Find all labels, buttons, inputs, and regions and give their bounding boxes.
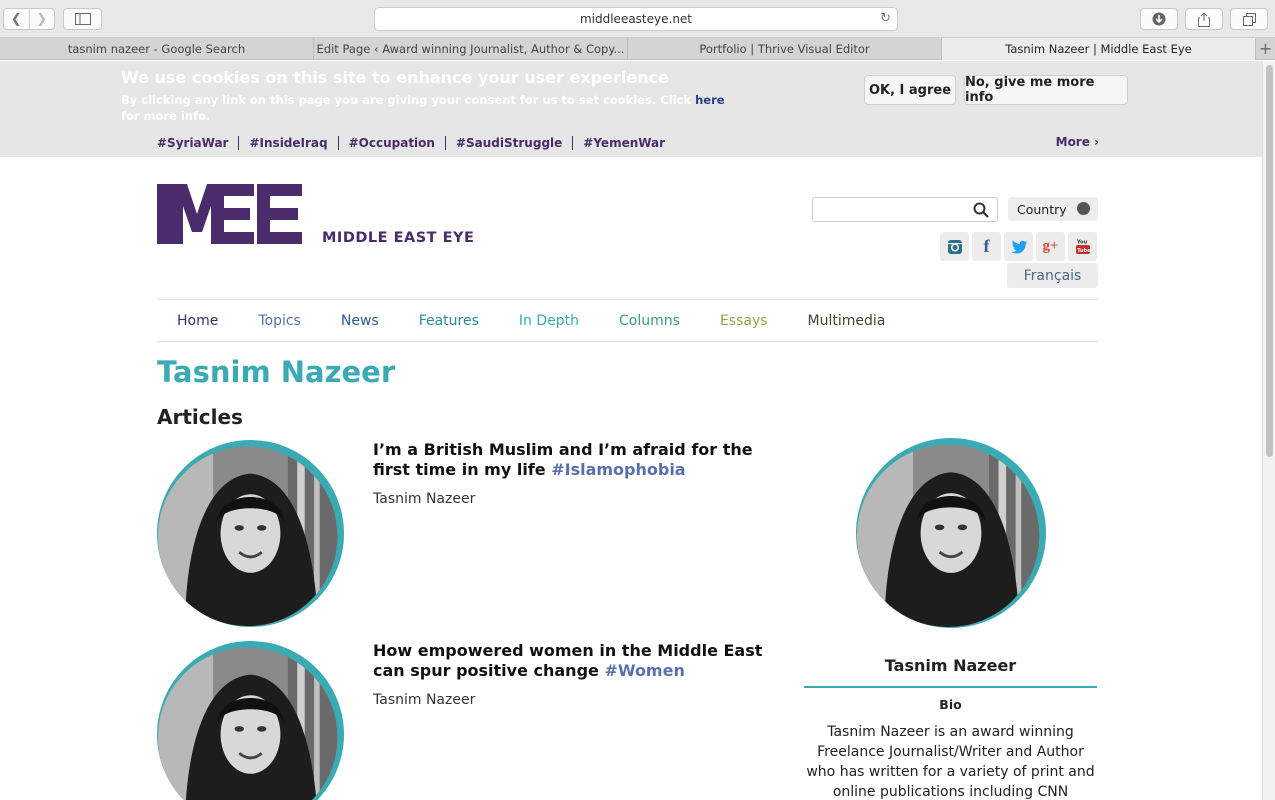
social-links: f g+ You Tube bbox=[940, 232, 1097, 261]
hashtag-link[interactable]: #Occupation bbox=[337, 136, 445, 150]
tab-label: Tasnim Nazeer | Middle East Eye bbox=[1005, 42, 1192, 56]
cookie-text-before: By clicking any link on this page you ar… bbox=[121, 93, 696, 107]
profile-divider bbox=[804, 686, 1097, 688]
history-nav: ❮ ❯ bbox=[3, 8, 55, 30]
url-text: middleeasteye.net bbox=[579, 12, 693, 26]
sidebar-icon bbox=[74, 13, 91, 25]
article-author[interactable]: Tasnim Nazeer bbox=[373, 692, 475, 708]
youtube-icon[interactable]: You Tube bbox=[1068, 232, 1097, 261]
article-author[interactable]: Tasnim Nazeer bbox=[373, 491, 475, 507]
article-title-link[interactable]: How empowered women in the Middle East c… bbox=[373, 641, 773, 681]
article-tag-link[interactable]: #Women bbox=[604, 661, 684, 680]
hashtag-link[interactable]: #InsideIraq bbox=[238, 136, 337, 150]
tab-middle-east-eye[interactable]: Tasnim Nazeer | Middle East Eye bbox=[942, 38, 1256, 60]
nav-item-columns[interactable]: Columns bbox=[619, 313, 680, 329]
nav-item-news[interactable]: News bbox=[341, 313, 379, 329]
tab-portfolio[interactable]: Portfolio | Thrive Visual Editor bbox=[628, 38, 942, 60]
downloads-button[interactable] bbox=[1140, 8, 1178, 30]
svg-text:You: You bbox=[1076, 239, 1088, 245]
cookie-text: By clicking any link on this page you ar… bbox=[121, 92, 741, 124]
bio-label: Bio bbox=[939, 697, 962, 712]
search-icon[interactable] bbox=[973, 202, 989, 218]
bio-text: Tasnim Nazeer is an award winning Freela… bbox=[806, 724, 1095, 800]
nav-item-multimedia[interactable]: Multimedia bbox=[808, 313, 886, 329]
main-nav: Home Topics News Features In Depth Colum… bbox=[157, 299, 1098, 342]
cookie-text-after: for more info. bbox=[121, 109, 211, 123]
reload-icon[interactable]: ↻ bbox=[880, 11, 891, 26]
nav-item-topics[interactable]: Topics bbox=[258, 313, 301, 329]
language-francais-button[interactable]: Français bbox=[1007, 263, 1098, 288]
search-input[interactable] bbox=[812, 197, 998, 222]
facebook-icon[interactable]: f bbox=[972, 232, 1001, 261]
hashtag-bar: #SyriaWar #InsideIraq #Occupation #Saudi… bbox=[157, 135, 675, 151]
hashtag-link[interactable]: #SaudiStruggle bbox=[444, 136, 572, 150]
country-label: Country bbox=[1017, 201, 1067, 217]
nav-item-home[interactable]: Home bbox=[177, 313, 218, 329]
tabs-icon bbox=[1242, 12, 1256, 26]
article-tag-link[interactable]: #Islamophobia bbox=[551, 460, 685, 479]
page-title: Tasnim Nazeer bbox=[157, 355, 396, 389]
scrollbar-thumb[interactable] bbox=[1266, 65, 1273, 457]
google-plus-icon[interactable]: g+ bbox=[1036, 232, 1065, 261]
cookie-banner: We use cookies on this site to enhance y… bbox=[0, 61, 1262, 157]
article-title-link[interactable]: I’m a British Muslim and I’m afraid for … bbox=[373, 440, 773, 480]
tab-label: Edit Page ‹ Award winning Journalist, Au… bbox=[316, 42, 625, 56]
address-bar[interactable]: middleeasteye.net ↻ bbox=[374, 7, 898, 31]
forward-icon[interactable]: ❯ bbox=[28, 9, 55, 29]
profile-avatar bbox=[856, 438, 1046, 628]
tab-label: tasnim nazeer - Google Search bbox=[67, 42, 246, 56]
share-icon bbox=[1198, 11, 1210, 27]
back-icon[interactable]: ❮ bbox=[4, 9, 29, 29]
mee-logo-icon[interactable] bbox=[157, 184, 307, 246]
nav-item-essays[interactable]: Essays bbox=[720, 313, 768, 329]
country-selector[interactable]: Country bbox=[1008, 197, 1098, 221]
page-scrollbar[interactable] bbox=[1262, 61, 1275, 800]
hashtag-link[interactable]: #SyriaWar bbox=[157, 136, 238, 150]
tab-google-search[interactable]: tasnim nazeer - Google Search bbox=[0, 38, 314, 60]
share-button[interactable] bbox=[1185, 8, 1223, 30]
logo-wordmark[interactable]: MIDDLE EAST EYE bbox=[322, 230, 474, 246]
cookie-more-info-button[interactable]: No, give me more info bbox=[964, 75, 1128, 105]
browser-toolbar: ❮ ❯ middleeasteye.net ↻ bbox=[0, 0, 1275, 38]
nav-item-features[interactable]: Features bbox=[419, 313, 479, 329]
article-title-text: How empowered women in the Middle East c… bbox=[373, 641, 763, 680]
tabs-overview-button[interactable] bbox=[1230, 8, 1268, 30]
profile-name: Tasnim Nazeer bbox=[884, 656, 1017, 675]
tab-edit-page[interactable]: Edit Page ‹ Award winning Journalist, Au… bbox=[314, 38, 628, 60]
article-author-avatar[interactable] bbox=[157, 641, 344, 800]
hashtags-more-link[interactable]: More › bbox=[1056, 135, 1099, 149]
tab-bar: tasnim nazeer - Google Search Edit Page … bbox=[0, 38, 1275, 60]
svg-text:Tube: Tube bbox=[1077, 248, 1091, 254]
instagram-icon[interactable] bbox=[940, 232, 969, 261]
cookie-here-link[interactable]: here bbox=[695, 93, 724, 107]
cookie-agree-button[interactable]: OK, I agree bbox=[864, 75, 956, 105]
cookie-title: We use cookies on this site to enhance y… bbox=[121, 68, 669, 87]
download-icon bbox=[1152, 12, 1166, 26]
sidebar-toggle-button[interactable] bbox=[63, 8, 102, 30]
hashtag-link[interactable]: #YemenWar bbox=[572, 136, 675, 150]
nav-item-in-depth[interactable]: In Depth bbox=[519, 313, 579, 329]
twitter-icon[interactable] bbox=[1004, 232, 1033, 261]
articles-heading: Articles bbox=[157, 405, 243, 429]
tab-label: Portfolio | Thrive Visual Editor bbox=[699, 42, 870, 56]
new-tab-icon[interactable]: + bbox=[1256, 38, 1275, 59]
article-author-avatar[interactable] bbox=[157, 440, 344, 627]
globe-icon bbox=[1077, 202, 1090, 215]
